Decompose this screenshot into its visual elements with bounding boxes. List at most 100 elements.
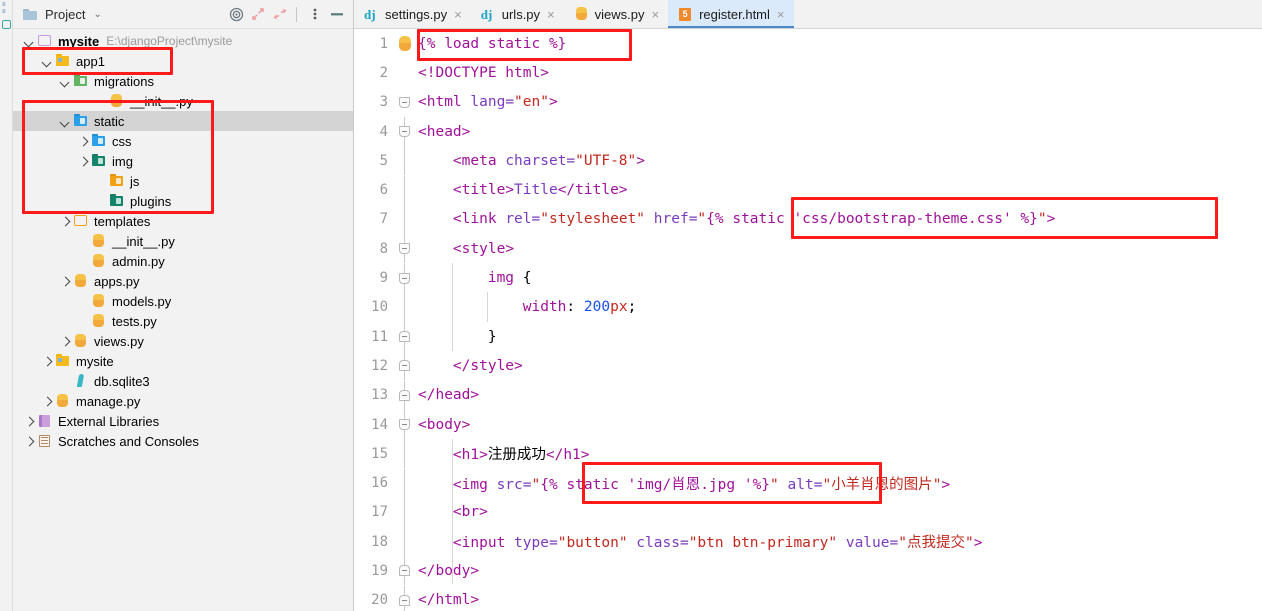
gutter-marker[interactable] [392, 322, 418, 352]
chevron-right-icon[interactable] [42, 356, 53, 367]
code-line[interactable]: 10 width: 200px; [354, 292, 1262, 322]
tab-close-icon[interactable]: × [454, 8, 462, 21]
tree-item-mysite[interactable]: mysite E:\djangoProject\mysite [13, 31, 353, 51]
gutter-marker[interactable] [392, 351, 418, 381]
chevron-down-icon[interactable] [42, 56, 53, 67]
tree-item-img[interactable]: img [13, 151, 353, 171]
code-line[interactable]: 19 </body> [354, 556, 1262, 586]
code-line[interactable]: 9 img { [354, 263, 1262, 293]
tab-urls-py[interactable]: dj urls.py × [471, 0, 564, 28]
gutter-marker[interactable] [392, 439, 418, 469]
gutter-marker[interactable] [392, 146, 418, 176]
fold-toggle-icon[interactable] [399, 594, 410, 606]
gutter-marker[interactable] [392, 58, 418, 87]
tree-item-apps-py[interactable]: apps.py [13, 271, 353, 291]
tab-settings-py[interactable]: dj settings.py × [354, 0, 471, 28]
tree-item-app1[interactable]: app1 [13, 51, 353, 71]
chevron-down-icon[interactable]: ⌄ [93, 9, 101, 20]
tree-item-css[interactable]: css [13, 131, 353, 151]
code-line[interactable]: 5 <meta charset="UTF-8"> [354, 146, 1262, 176]
tree-item-mysite[interactable]: mysite [13, 351, 353, 371]
tree-item--init-py[interactable]: __init__.py [13, 91, 353, 111]
chevron-right-icon[interactable] [60, 336, 71, 347]
tree-item-manage-py[interactable]: manage.py [13, 391, 353, 411]
more-options-icon[interactable] [305, 4, 325, 24]
hide-panel-icon[interactable] [327, 4, 347, 24]
code-line[interactable]: 8 <style> [354, 234, 1262, 264]
chevron-right-icon[interactable] [78, 136, 89, 147]
collapse-all-icon[interactable] [270, 4, 290, 24]
code-line[interactable]: 3 <html lang="en"> [354, 88, 1262, 117]
tab-views-py[interactable]: views.py × [564, 0, 668, 28]
code-line[interactable]: 15 <h1>注册成功</h1> [354, 439, 1262, 469]
tree-item-external-libraries[interactable]: External Libraries [13, 411, 353, 431]
code-line[interactable]: 6 <title>Title</title> [354, 175, 1262, 205]
code-line[interactable]: 2 <!DOCTYPE html> [354, 58, 1262, 87]
expand-all-icon[interactable] [248, 4, 268, 24]
chevron-right-icon[interactable] [78, 156, 89, 167]
fold-toggle-icon[interactable] [399, 126, 410, 138]
gutter-marker[interactable] [392, 88, 418, 117]
code-line[interactable]: 14 <body> [354, 410, 1262, 439]
tree-item-plugins[interactable]: plugins [13, 191, 353, 211]
chevron-right-icon[interactable] [60, 216, 71, 227]
fold-toggle-icon[interactable] [399, 419, 410, 430]
gutter-marker[interactable] [392, 380, 418, 410]
tree-item-views-py[interactable]: views.py [13, 331, 353, 351]
tree-item-db-sqlite3[interactable]: db.sqlite3 [13, 371, 353, 391]
project-tree[interactable]: mysite E:\djangoProject\mysite app1 migrati… [13, 29, 353, 451]
tree-item-js[interactable]: js [13, 171, 353, 191]
code-editor[interactable]: 1 {% load static %} 2 <!DOCTYPE html> 3 <html… [354, 29, 1262, 611]
code-line[interactable]: 17 <br> [354, 497, 1262, 527]
chevron-down-icon[interactable] [60, 116, 71, 127]
gutter-marker[interactable] [392, 204, 418, 234]
code-line[interactable]: 16 <img src="{% static 'img/肖恩.jpg '%}" … [354, 468, 1262, 498]
tree-item--init-py[interactable]: __init__.py [13, 231, 353, 251]
chevron-down-icon[interactable] [24, 36, 35, 47]
editor-tab-bar[interactable]: dj settings.py × dj urls.py × views.py × 5 regist… [354, 0, 1262, 29]
fold-toggle-icon[interactable] [399, 565, 410, 577]
tab-close-icon[interactable]: × [547, 8, 555, 21]
code-line[interactable]: 12 </style> [354, 351, 1262, 381]
tab-register-html[interactable]: 5 register.html × [668, 0, 794, 28]
gutter-marker[interactable] [392, 527, 418, 557]
gutter-marker[interactable] [392, 263, 418, 293]
chevron-right-icon[interactable] [24, 436, 35, 447]
tree-item-models-py[interactable]: models.py [13, 291, 353, 311]
tree-item-scratches-and-consoles[interactable]: Scratches and Consoles [13, 431, 353, 451]
fold-toggle-icon[interactable] [399, 360, 410, 372]
structure-icon[interactable] [2, 20, 11, 29]
chevron-right-icon[interactable] [24, 416, 35, 427]
tree-item-templates[interactable]: templates [13, 211, 353, 231]
chevron-right-icon[interactable] [42, 396, 53, 407]
gutter-marker[interactable] [392, 497, 418, 527]
gutter-marker[interactable] [392, 585, 418, 611]
chevron-right-icon[interactable] [60, 276, 71, 287]
tab-close-icon[interactable]: × [652, 8, 660, 21]
gutter-marker[interactable] [392, 410, 418, 439]
fold-toggle-icon[interactable] [399, 331, 410, 343]
code-line[interactable]: 7 <link rel="stylesheet" href="{% static… [354, 204, 1262, 234]
gutter-marker[interactable] [392, 292, 418, 322]
fold-toggle-icon[interactable] [399, 243, 410, 255]
gutter-marker[interactable] [392, 468, 418, 498]
left-tool-strip[interactable]: ≡ ≡ [0, 0, 13, 611]
tree-item-migrations[interactable]: migrations [13, 71, 353, 91]
gutter-marker[interactable] [392, 29, 418, 58]
gutter-marker[interactable] [392, 117, 418, 147]
fold-toggle-icon[interactable] [399, 389, 410, 401]
chevron-down-icon[interactable] [60, 76, 71, 87]
gutter-marker[interactable] [392, 234, 418, 264]
tree-item-admin-py[interactable]: admin.py [13, 251, 353, 271]
tree-item-static[interactable]: static [13, 111, 353, 131]
fold-toggle-icon[interactable] [399, 272, 410, 284]
code-line[interactable]: 18 <input type="button" class="btn btn-p… [354, 527, 1262, 557]
tree-item-tests-py[interactable]: tests.py [13, 311, 353, 331]
code-line[interactable]: 1 {% load static %} [354, 29, 1262, 58]
tab-close-icon[interactable]: × [777, 8, 785, 21]
target-icon[interactable] [226, 4, 246, 24]
gutter-marker[interactable] [392, 556, 418, 586]
code-line[interactable]: 4 <head> [354, 117, 1262, 147]
gutter-marker[interactable] [392, 175, 418, 205]
code-line[interactable]: 13 </head> [354, 380, 1262, 410]
